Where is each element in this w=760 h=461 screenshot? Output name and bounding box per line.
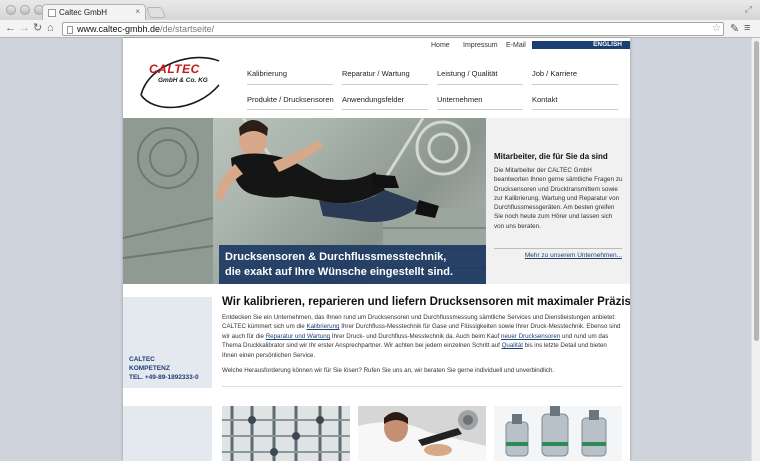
intro-text: Ihrer Druck- und Durchfluss-Messtechnik … [330, 332, 502, 340]
side-teaser-title: Mitarbeiter, die für Sie da sind [494, 152, 608, 161]
thumbnail-pressure-sensors[interactable] [494, 406, 622, 461]
kompetenz-line-1: CALTEC [129, 356, 155, 363]
nav-divider [247, 109, 333, 110]
neue-drucksensoren-link[interactable]: neuer Drucksensoren [501, 333, 560, 340]
scrollbar-thumb[interactable] [754, 41, 759, 341]
back-arrow-icon[interactable]: ← [5, 22, 16, 35]
browser-toolbar: ← → ↻ ⌂ www.caltec-gmbh.de/de/startseite… [0, 20, 760, 38]
nav-divider [342, 109, 428, 110]
kompetenz-box: CALTEC KOMPETENZ TEL. +49-89-1892333-0 [123, 297, 212, 388]
home-icon[interactable]: ⌂ [47, 22, 54, 35]
page-favicon-icon [48, 9, 56, 17]
side-teaser-divider [494, 248, 622, 249]
window-titlebar: Caltec GmbH × ⤢ [0, 0, 760, 20]
caltec-logo[interactable]: CALTEC GmbH & Co. KG [135, 49, 227, 117]
nav-divider [532, 84, 618, 85]
nav-reparatur-wartung[interactable]: Reparatur / Wartung [342, 69, 410, 78]
nav-divider [437, 109, 523, 110]
technician-image [358, 406, 486, 461]
browser-tab[interactable]: Caltec GmbH × [42, 4, 146, 20]
bookmark-star-icon[interactable]: ☆ [712, 23, 721, 34]
window-minimize-icon[interactable] [20, 5, 30, 15]
forward-arrow-icon[interactable]: → [19, 22, 30, 35]
nav-produkte-drucksensoren[interactable]: Produkte / Drucksensoren [247, 95, 334, 104]
url-path: /de/startseite/ [160, 24, 215, 34]
pressure-sensors-image [494, 406, 622, 461]
kalibrierung-link[interactable]: Kalibrierung [306, 323, 339, 330]
kompetenz-contact: CALTEC KOMPETENZ TEL. +49-89-1892333-0 [129, 355, 199, 382]
util-link-impressum[interactable]: Impressum [463, 42, 498, 49]
nav-job-karriere[interactable]: Job / Karriere [532, 69, 577, 78]
util-link-home[interactable]: Home [431, 42, 450, 49]
kompetenz-phone: TEL. +49-89-1892333-0 [129, 374, 199, 381]
hero-image: Drucksensoren & Durchflussmesstechnik, d… [123, 118, 486, 284]
side-teaser-text: Die Mitarbeiter der CALTEC GmbH beantwor… [494, 167, 623, 230]
tab-close-icon[interactable]: × [135, 7, 140, 16]
nav-unternehmen[interactable]: Unternehmen [437, 95, 482, 104]
language-switch-english[interactable]: ENGLISH [532, 41, 630, 49]
kompetenz-line-2: KOMPETENZ [129, 365, 170, 372]
hero-caption-line-1: Drucksensoren & Durchflussmesstechnik, [225, 251, 447, 263]
url-host: www.caltec-gmbh.de [77, 24, 161, 34]
nav-divider [532, 109, 618, 110]
nav-divider [247, 84, 333, 85]
util-link-email[interactable]: E-Mail [506, 42, 526, 49]
intro-paragraph: Entdecken Sie ein Unternehmen, das Ihnen… [222, 313, 622, 360]
side-teaser-panel: Mitarbeiter, die für Sie da sind Die Mit… [486, 118, 630, 284]
page-icon [67, 26, 73, 34]
nav-leistung-qualitaet[interactable]: Leistung / Qualität [437, 69, 497, 78]
hero-caption: Drucksensoren & Durchflussmesstechnik, d… [219, 245, 486, 284]
more-about-company-link[interactable]: Mehr zu unserem Unternehmen... [525, 252, 622, 259]
new-tab-button[interactable] [145, 7, 167, 18]
fullscreen-icon[interactable]: ⤢ [745, 4, 752, 15]
wrench-icon[interactable]: ✎ [730, 22, 739, 35]
nav-divider [342, 84, 428, 85]
web-page: Home Impressum E-Mail ENGLISH CALTEC Gmb… [123, 38, 630, 461]
menu-icon[interactable]: ≡ [744, 22, 750, 34]
hero-caption-line-2: die exakt auf Ihre Wünsche eingestellt s… [225, 266, 454, 278]
thumbnail-calibration-rig[interactable] [222, 406, 350, 461]
bottom-left-box [123, 406, 212, 461]
nav-anwendungsfelder[interactable]: Anwendungsfelder [342, 95, 404, 104]
content-headline: Wir kalibrieren, reparieren und liefern … [222, 296, 630, 308]
nav-kalibrierung[interactable]: Kalibrierung [247, 69, 287, 78]
tab-title: Caltec GmbH [59, 8, 108, 17]
thumbnail-technician[interactable] [358, 406, 486, 461]
logo-subtitle: GmbH & Co. KG [158, 77, 208, 84]
question-paragraph: Welche Herausforderung können wir für Si… [222, 367, 555, 374]
nav-divider [437, 84, 523, 85]
calibration-rig-image [222, 406, 350, 461]
content-divider [222, 386, 622, 387]
qualitaet-link[interactable]: Qualität [502, 342, 523, 349]
reload-icon[interactable]: ↻ [33, 22, 42, 35]
nav-kontakt[interactable]: Kontakt [532, 95, 557, 104]
window-close-icon[interactable] [6, 5, 16, 15]
address-bar[interactable]: www.caltec-gmbh.de/de/startseite/ ☆ [62, 22, 724, 36]
page-scrollbar[interactable] [751, 38, 760, 461]
reparatur-wartung-link[interactable]: Reparatur und Wartung [266, 333, 330, 340]
logo-name: CALTEC [149, 62, 200, 76]
